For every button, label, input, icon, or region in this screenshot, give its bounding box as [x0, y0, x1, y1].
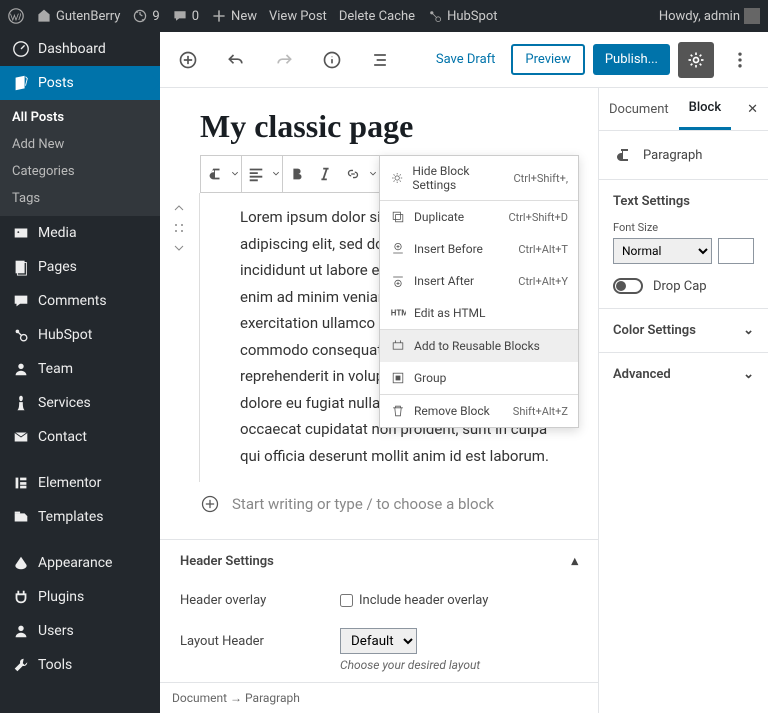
- submenu-tags[interactable]: Tags: [0, 185, 160, 212]
- breadcrumb-paragraph[interactable]: Paragraph: [245, 691, 300, 705]
- preview-button[interactable]: Preview: [511, 44, 584, 75]
- block-type-dropdown[interactable]: [229, 156, 241, 192]
- block-toolbar: Hide Block SettingsCtrl+Shift+, Duplicat…: [200, 155, 558, 193]
- sidebar-appearance[interactable]: Appearance: [0, 546, 160, 580]
- sidebar-media[interactable]: Media: [0, 216, 160, 250]
- overlay-checkbox[interactable]: [340, 594, 353, 607]
- color-settings-toggle[interactable]: Color Settings⌄: [599, 309, 768, 353]
- menu-remove-block[interactable]: Remove BlockShift+Alt+Z: [380, 395, 578, 427]
- plus-icon: [200, 494, 220, 514]
- block-context-menu: Hide Block SettingsCtrl+Shift+, Duplicat…: [379, 155, 579, 428]
- menu-insert-after[interactable]: Insert AfterCtrl+Alt+Y: [380, 265, 578, 297]
- menu-add-reusable[interactable]: Add to Reusable Blocks: [380, 330, 578, 362]
- add-block-button[interactable]: [170, 42, 206, 78]
- menu-insert-before[interactable]: Insert BeforeCtrl+Alt+T: [380, 233, 578, 265]
- meta-header-toggle[interactable]: Header Settings▴: [160, 540, 598, 583]
- publish-button[interactable]: Publish...: [593, 44, 670, 75]
- new-link[interactable]: New: [211, 8, 257, 24]
- chevron-up-icon: ▴: [571, 554, 578, 569]
- sidebar-tools[interactable]: Tools: [0, 648, 160, 682]
- save-draft-button[interactable]: Save Draft: [428, 46, 504, 73]
- sidebar-pages[interactable]: Pages: [0, 250, 160, 284]
- submenu-categories[interactable]: Categories: [0, 158, 160, 185]
- outline-button[interactable]: [362, 42, 398, 78]
- comments-link[interactable]: 0: [172, 8, 199, 24]
- block-appender[interactable]: Start writing or type / to choose a bloc…: [160, 482, 598, 526]
- svg-text:HTML: HTML: [391, 308, 406, 317]
- layout-label: Layout Header: [180, 634, 320, 649]
- sidebar-hubspot[interactable]: HubSpot: [0, 318, 160, 352]
- inspector-sidebar: Document Block ✕ Paragraph Text Settings…: [598, 88, 768, 713]
- advanced-toggle[interactable]: Advanced⌄: [599, 353, 768, 396]
- settings-button[interactable]: [678, 42, 714, 78]
- layout-select[interactable]: Default: [340, 628, 417, 654]
- sidebar-plugins[interactable]: Plugins: [0, 580, 160, 614]
- sidebar-posts[interactable]: Posts: [0, 66, 160, 100]
- submenu-all-posts[interactable]: All Posts: [0, 104, 160, 131]
- menu-edit-html[interactable]: HTMLEdit as HTML: [380, 297, 578, 329]
- block-type-label: Paragraph: [643, 148, 702, 163]
- sidebar-posts-submenu: All Posts Add New Categories Tags: [0, 100, 160, 216]
- layout-desc: Choose your desired layout: [160, 658, 598, 672]
- block-type-button[interactable]: [201, 156, 229, 192]
- editor-toolbar: Save Draft Preview Publish...: [160, 32, 768, 88]
- align-dropdown[interactable]: [270, 156, 282, 192]
- editor-canvas[interactable]: My classic page: [160, 88, 598, 713]
- sidebar-users[interactable]: Users: [0, 614, 160, 648]
- block-breadcrumb: Document → Paragraph: [160, 682, 598, 713]
- info-button[interactable]: [314, 42, 350, 78]
- block-drag-handle[interactable]: [172, 201, 186, 255]
- close-inspector-button[interactable]: ✕: [737, 92, 768, 127]
- sidebar-dashboard[interactable]: Dashboard: [0, 32, 160, 66]
- view-post-link[interactable]: View Post: [269, 9, 327, 24]
- appender-placeholder: Start writing or type / to choose a bloc…: [232, 495, 494, 513]
- italic-button[interactable]: [311, 156, 339, 192]
- editor-content: Save Draft Preview Publish... My classic…: [160, 32, 768, 713]
- sidebar-contact[interactable]: Contact: [0, 420, 160, 454]
- font-size-input[interactable]: [718, 238, 754, 264]
- overlay-label: Header overlay: [180, 593, 320, 608]
- chevron-down-icon: ⌄: [743, 367, 754, 382]
- dropcap-label: Drop Cap: [653, 279, 707, 294]
- paragraph-icon: [613, 145, 633, 165]
- submenu-add-new[interactable]: Add New: [0, 131, 160, 158]
- admin-sidebar: Dashboard Posts All Posts Add New Catego…: [0, 32, 160, 713]
- redo-button[interactable]: [266, 42, 302, 78]
- menu-duplicate[interactable]: DuplicateCtrl+Shift+D: [380, 201, 578, 233]
- sidebar-comments[interactable]: Comments: [0, 284, 160, 318]
- font-size-select[interactable]: Normal: [613, 238, 712, 264]
- align-button[interactable]: [242, 156, 270, 192]
- avatar-icon: [744, 8, 760, 24]
- howdy-link[interactable]: Howdy, admin: [659, 8, 760, 24]
- undo-button[interactable]: [218, 42, 254, 78]
- menu-group[interactable]: Group: [380, 362, 578, 394]
- more-menu-button[interactable]: [722, 42, 758, 78]
- hubspot-link[interactable]: HubSpot: [427, 8, 497, 24]
- sidebar-elementor[interactable]: Elementor: [0, 466, 160, 500]
- chevron-down-icon: ⌄: [743, 323, 754, 338]
- dropcap-toggle[interactable]: [613, 278, 643, 294]
- text-settings-heading: Text Settings: [613, 194, 754, 209]
- format-dropdown[interactable]: [367, 156, 379, 192]
- tab-document[interactable]: Document: [599, 90, 679, 129]
- meta-box: Header Settings▴ Header overlay Include …: [160, 539, 598, 682]
- delete-cache-link[interactable]: Delete Cache: [339, 9, 415, 24]
- site-name-link[interactable]: GutenBerry: [36, 8, 120, 24]
- font-size-label: Font Size: [613, 221, 754, 234]
- breadcrumb-document[interactable]: Document: [172, 691, 227, 705]
- overlay-check-label: Include header overlay: [359, 593, 488, 608]
- admin-bar: GutenBerry 9 0 New View Post Delete Cach…: [0, 0, 768, 32]
- sidebar-team[interactable]: Team: [0, 352, 160, 386]
- wp-logo-icon[interactable]: [8, 8, 24, 24]
- menu-hide-settings[interactable]: Hide Block SettingsCtrl+Shift+,: [380, 156, 578, 200]
- tab-block[interactable]: Block: [679, 88, 731, 130]
- updates-link[interactable]: 9: [132, 8, 159, 24]
- post-title[interactable]: My classic page: [160, 88, 598, 155]
- sidebar-services[interactable]: Services: [0, 386, 160, 420]
- link-button[interactable]: [339, 156, 367, 192]
- sidebar-templates[interactable]: Templates: [0, 500, 160, 534]
- bold-button[interactable]: [283, 156, 311, 192]
